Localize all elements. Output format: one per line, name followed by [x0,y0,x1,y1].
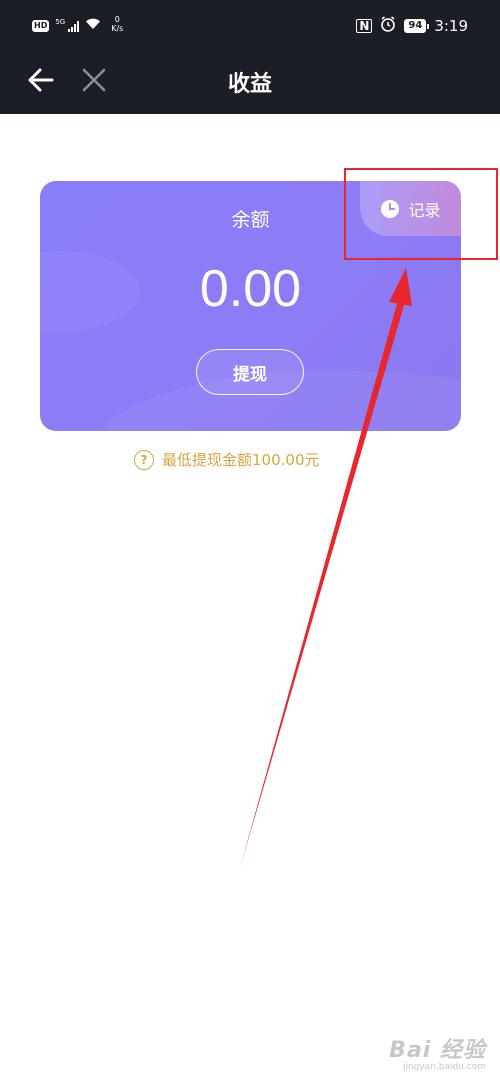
annotation-arrow [240,268,412,868]
wifi-icon [85,18,101,33]
status-bar: HD 5G 0 K/s N 94 3:19 [0,0,500,48]
clock-time: 3:19 [434,17,468,35]
nfc-icon: N [356,19,373,33]
speed-unit: K/s [111,23,124,33]
help-icon: ? [134,449,154,470]
status-left: HD 5G 0 K/s [32,15,123,33]
withdraw-button[interactable]: 提现 [196,349,304,395]
min-withdraw-hint[interactable]: ? 最低提现金额100.00元 [134,449,320,470]
balance-amount: 0.00 [199,260,302,318]
min-withdraw-text: 最低提现金额100.00元 [162,451,320,469]
status-right: N 94 3:19 [356,16,468,36]
hd-badge: HD [32,19,50,32]
balance-label: 余额 [231,209,270,231]
nav-bar: 收益 [0,48,500,114]
baidu-watermark: Bai 经验 jingyan.baidu.com [389,1032,486,1072]
network-type: 5G [55,17,66,26]
battery-icon: 94 [404,19,430,33]
network-speed: 0 K/s [111,15,123,33]
watermark-url: jingyan.baidu.com [402,1062,486,1072]
watermark-logo: Bai 经验 [389,1038,486,1063]
alarm-icon [380,16,396,36]
signal-icon [68,20,80,32]
speed-value: 0 [114,14,120,24]
income-page: HD 5G 0 K/s N 94 3:19 收益 记录 余额 0.00 提现 ?… [0,0,500,1084]
page-title: 收益 [227,72,272,97]
balance-card: 记录 余额 0.00 提现 [40,181,461,431]
